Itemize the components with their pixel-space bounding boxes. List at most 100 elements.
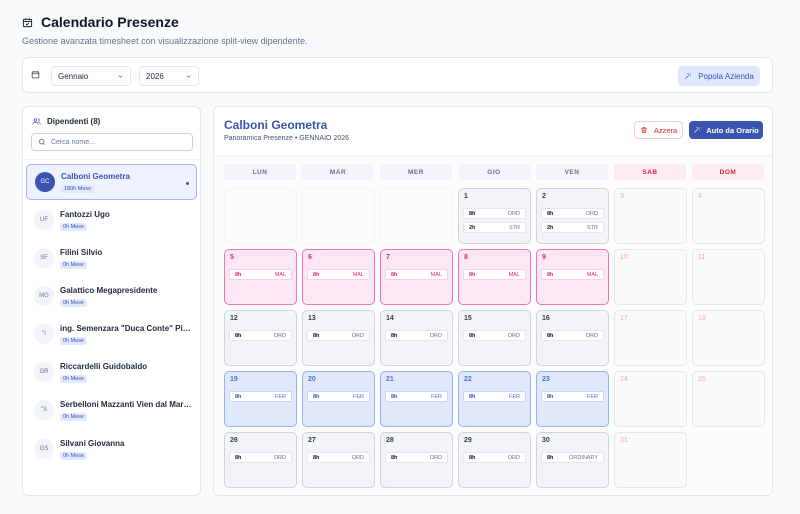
filter-bar: Gennaio 2026 Popola Azienda bbox=[22, 57, 773, 93]
year-select[interactable]: 2026 bbox=[139, 66, 199, 86]
calendar-day-cell[interactable]: 13 8h ORD bbox=[302, 310, 375, 366]
calendar-day-cell[interactable]: 17 - bbox=[614, 310, 687, 366]
calendar-day-cell[interactable]: 9 8h MAL bbox=[536, 249, 609, 305]
time-entry[interactable]: 8h ORD bbox=[463, 452, 526, 463]
entry-hours: 8h bbox=[547, 454, 554, 461]
calendar-day-cell[interactable]: 28 8h ORD bbox=[380, 432, 453, 488]
calendar-day-cell[interactable]: 16 8h ORD bbox=[536, 310, 609, 366]
time-entry[interactable]: 8h FER bbox=[385, 391, 448, 402]
time-entry[interactable]: 8h FER bbox=[541, 391, 604, 402]
employee-search-input[interactable] bbox=[51, 138, 181, 146]
calendar-day-cell[interactable]: 4- bbox=[692, 188, 765, 244]
calendar-day-cell[interactable]: 19 8h FER bbox=[224, 371, 297, 427]
entry-type: MAL bbox=[430, 271, 442, 278]
calendar-day-cell[interactable]: 15 8h ORD bbox=[458, 310, 531, 366]
time-entry[interactable]: 8h ORD bbox=[541, 330, 604, 341]
time-entry[interactable]: 8h FER bbox=[463, 391, 526, 402]
calendar-day-cell[interactable]: 8 8h MAL bbox=[458, 249, 531, 305]
calendar-day-cell[interactable]: 22 8h FER bbox=[458, 371, 531, 427]
calendar-day-cell[interactable]: 5 8h MAL bbox=[224, 249, 297, 305]
employee-item[interactable]: GR Riccardelli Guidobaldo 0h Mese bbox=[26, 355, 197, 391]
entry-hours: 8h bbox=[469, 393, 476, 400]
employee-item[interactable]: SF Filini Silvio 0h Mese bbox=[26, 241, 197, 277]
calendar-day-cell[interactable]: 3- bbox=[614, 188, 687, 244]
entry-type: ORD bbox=[273, 454, 286, 461]
employee-item[interactable]: "I ing. Semenzara "Duca Conte" Pier... 0h … bbox=[26, 317, 197, 353]
weekend-placeholder: - bbox=[649, 463, 652, 470]
calendar-day-cell[interactable]: 29 8h ORD bbox=[458, 432, 531, 488]
calendar-day-cell[interactable]: 14 8h ORD bbox=[380, 310, 453, 366]
day-number: 14 bbox=[386, 315, 394, 322]
calendar-day-cell[interactable]: 20 8h FER bbox=[302, 371, 375, 427]
avatar: "S bbox=[34, 400, 54, 420]
avatar: "I bbox=[34, 324, 54, 344]
time-entry[interactable]: 8h ORD bbox=[307, 452, 370, 463]
entry-hours: 8h bbox=[547, 271, 554, 278]
day-number: 13 bbox=[308, 315, 316, 322]
calendar-day-cell[interactable]: 11 - bbox=[692, 249, 765, 305]
entry-hours: 8h bbox=[469, 454, 476, 461]
calendar-day-cell[interactable]: 25 - bbox=[692, 371, 765, 427]
time-entry[interactable]: 8h MAL bbox=[307, 269, 370, 280]
calendar-day-cell[interactable]: 24 - bbox=[614, 371, 687, 427]
entry-type: FER bbox=[353, 393, 364, 400]
calendar-day-cell[interactable]: 31 - bbox=[614, 432, 687, 488]
calendar-day-cell[interactable]: 30 8h ORDINARY bbox=[536, 432, 609, 488]
time-entry[interactable]: 8h FER bbox=[307, 391, 370, 402]
entry-hours: 8h bbox=[313, 271, 320, 278]
time-entry[interactable]: 8h ORD bbox=[229, 452, 292, 463]
hours-badge: 0h Mese bbox=[60, 299, 88, 307]
employee-name: Serbelloni Mazzanti Vien dal Mare... bbox=[60, 400, 194, 409]
employee-item[interactable]: "S Serbelloni Mazzanti Vien dal Mare... 0h… bbox=[26, 393, 197, 429]
calendar-day-cell[interactable]: 21 8h FER bbox=[380, 371, 453, 427]
popola-azienda-button[interactable]: Popola Azienda bbox=[678, 66, 760, 86]
weekday-header: DOM bbox=[692, 164, 764, 180]
time-entry[interactable]: 8h ORD bbox=[541, 208, 604, 219]
time-entry[interactable]: 8h ORD bbox=[385, 452, 448, 463]
azzera-button[interactable]: Azzera bbox=[634, 121, 683, 139]
calendar-day-cell[interactable]: 12 8h ORD bbox=[224, 310, 297, 366]
time-entry[interactable]: 8h ORD bbox=[385, 330, 448, 341]
calendar-empty-cell bbox=[302, 188, 375, 244]
employee-item[interactable]: GS Silvani Giovanna 0h Mese bbox=[26, 432, 197, 468]
weekend-placeholder: - bbox=[649, 219, 652, 226]
month-select[interactable]: Gennaio bbox=[51, 66, 131, 86]
time-entry[interactable]: 2h STR bbox=[541, 222, 604, 233]
time-entry[interactable]: 8h ORD bbox=[463, 208, 526, 219]
calendar-day-cell[interactable]: 6 8h MAL bbox=[302, 249, 375, 305]
search-icon bbox=[38, 138, 45, 145]
calendar-day-cell[interactable]: 7 8h MAL bbox=[380, 249, 453, 305]
time-entry[interactable]: 8h ORDINARY bbox=[541, 452, 604, 463]
calendar-day-cell[interactable]: 10 - bbox=[614, 249, 687, 305]
time-entry[interactable]: 8h MAL bbox=[229, 269, 292, 280]
calendar-day-cell[interactable]: 18 - bbox=[692, 310, 765, 366]
employee-name: Filini Silvio bbox=[60, 248, 103, 257]
time-entry[interactable]: 2h STR bbox=[463, 222, 526, 233]
time-entry[interactable]: 8h ORD bbox=[229, 330, 292, 341]
calendar-day-cell[interactable]: 27 8h ORD bbox=[302, 432, 375, 488]
calendar-icon bbox=[31, 71, 40, 79]
azzera-label: Azzera bbox=[653, 125, 678, 135]
calendar-day-cell[interactable]: 26 8h ORD bbox=[224, 432, 297, 488]
employee-item[interactable]: GC Calboni Geometra 180h Mese bbox=[26, 164, 197, 200]
employee-search bbox=[31, 133, 193, 151]
entry-type: ORD bbox=[429, 454, 442, 461]
employee-item[interactable]: UF Fantozzi Ugo 0h Mese bbox=[26, 203, 197, 239]
calendar-day-cell[interactable]: 23 8h FER bbox=[536, 371, 609, 427]
calendar-day-cell[interactable]: 2 8h ORD 2h STR bbox=[536, 188, 609, 244]
time-entry[interactable]: 8h MAL bbox=[541, 269, 604, 280]
day-number: 6 bbox=[308, 254, 312, 261]
entry-type: FER bbox=[275, 393, 286, 400]
entry-type: FER bbox=[587, 393, 598, 400]
calendar-day-cell[interactable]: 1 8h ORD 2h STR bbox=[458, 188, 531, 244]
time-entry[interactable]: 8h MAL bbox=[463, 269, 526, 280]
auto-da-orario-button[interactable]: Auto da Orario bbox=[689, 121, 763, 139]
time-entry[interactable]: 8h ORD bbox=[463, 330, 526, 341]
time-entry[interactable]: 8h MAL bbox=[385, 269, 448, 280]
time-entry[interactable]: 8h ORD bbox=[307, 330, 370, 341]
employee-name: Galattico Megapresidente bbox=[60, 286, 158, 295]
time-entry[interactable]: 8h FER bbox=[229, 391, 292, 402]
entry-type: MAL bbox=[352, 271, 364, 278]
calendar-panel: Calboni Geometra Panoramica Presenze • G… bbox=[213, 106, 773, 496]
employee-item[interactable]: MG Galattico Megapresidente 0h Mese bbox=[26, 279, 197, 315]
